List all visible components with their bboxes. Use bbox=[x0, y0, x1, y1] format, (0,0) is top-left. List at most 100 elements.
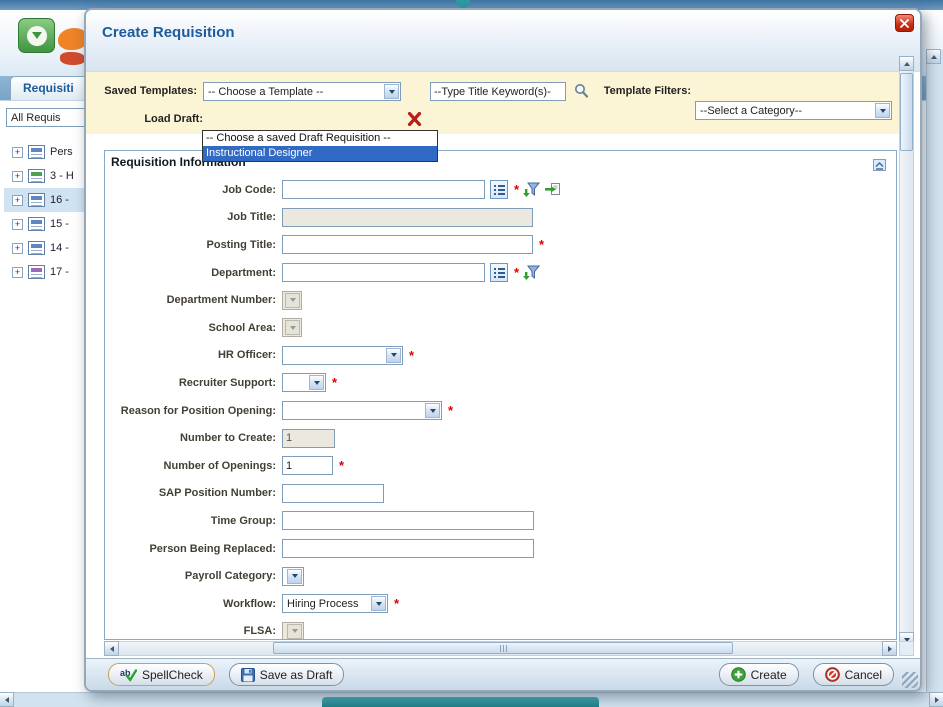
list-picker-button[interactable] bbox=[490, 180, 508, 199]
form-fields: Job Code:*Job Title:Posting Title:*Depar… bbox=[105, 176, 896, 640]
dropdown-option[interactable]: -- Choose a saved Draft Requisition -- bbox=[203, 131, 437, 146]
brand-logo-fragment bbox=[60, 52, 86, 65]
expand-icon[interactable]: + bbox=[12, 147, 23, 158]
expand-icon[interactable]: + bbox=[12, 195, 23, 206]
field-dropdown[interactable] bbox=[282, 567, 304, 586]
dialog-vertical-scrollbar[interactable] bbox=[899, 56, 914, 647]
page-footer-bar bbox=[322, 697, 599, 707]
filter-add-icon[interactable] bbox=[523, 265, 540, 281]
field-input[interactable] bbox=[282, 484, 384, 503]
saved-templates-dropdown[interactable]: -- Choose a Template -- bbox=[203, 82, 401, 101]
requisition-doc-icon bbox=[28, 193, 45, 207]
collapse-panel-icon[interactable] bbox=[873, 159, 886, 171]
load-draft-label: Load Draft: bbox=[97, 113, 203, 125]
field-input[interactable] bbox=[282, 456, 333, 475]
field-input bbox=[282, 429, 335, 448]
field-controls bbox=[282, 622, 304, 640]
expand-icon[interactable]: + bbox=[12, 243, 23, 254]
horizontal-scroll-thumb[interactable] bbox=[273, 642, 733, 654]
list-picker-button[interactable] bbox=[490, 263, 508, 282]
save-icon bbox=[241, 668, 255, 682]
scrollbar-corner bbox=[899, 641, 914, 656]
template-bar: Saved Templates: -- Choose a Template --… bbox=[86, 72, 899, 134]
field-label: Time Group: bbox=[105, 515, 282, 527]
chevron-down-icon bbox=[285, 293, 300, 308]
field-label: HR Officer: bbox=[105, 349, 282, 361]
dropdown-value: Hiring Process bbox=[287, 598, 370, 610]
field-controls bbox=[282, 484, 384, 503]
dropdown-value: All Requis bbox=[11, 112, 92, 124]
expand-icon[interactable]: + bbox=[12, 171, 23, 182]
field-dropdown bbox=[282, 291, 302, 310]
field-input[interactable] bbox=[282, 235, 533, 254]
create-button[interactable]: Create bbox=[719, 663, 799, 686]
assign-icon[interactable] bbox=[544, 182, 561, 197]
field-input[interactable] bbox=[282, 180, 485, 199]
field-input[interactable] bbox=[282, 539, 534, 558]
field-label: Job Title: bbox=[105, 211, 282, 223]
field-dropdown[interactable] bbox=[282, 373, 326, 392]
form-row: Workflow:Hiring Process* bbox=[105, 590, 896, 618]
clear-draft-icon[interactable] bbox=[407, 112, 422, 126]
chevron-down-icon[interactable] bbox=[287, 569, 302, 584]
saved-templates-label: Saved Templates: bbox=[97, 85, 197, 97]
dialog-horizontal-scrollbar[interactable] bbox=[104, 641, 897, 656]
create-icon bbox=[731, 667, 746, 682]
title-keyword-input[interactable] bbox=[430, 82, 566, 101]
dropdown-option[interactable]: Instructional Designer bbox=[203, 146, 437, 161]
resize-grip[interactable] bbox=[902, 672, 918, 688]
form-row: SAP Position Number: bbox=[105, 480, 896, 508]
expand-icon[interactable]: + bbox=[12, 267, 23, 278]
scroll-left-icon[interactable] bbox=[104, 641, 119, 656]
required-asterisk: * bbox=[394, 596, 399, 611]
cancel-button[interactable]: Cancel bbox=[813, 663, 894, 686]
chevron-down-icon[interactable] bbox=[875, 103, 890, 118]
export-button[interactable] bbox=[18, 18, 55, 53]
category-filter-dropdown[interactable]: --Select a Category-- bbox=[695, 101, 892, 120]
save-as-draft-button[interactable]: Save as Draft bbox=[229, 663, 345, 686]
close-button[interactable] bbox=[895, 14, 914, 32]
search-icon[interactable] bbox=[573, 83, 589, 99]
field-controls bbox=[282, 208, 533, 227]
tree-item-label: 17 - bbox=[50, 266, 69, 278]
page-vertical-scrollbar[interactable] bbox=[926, 50, 943, 692]
scroll-right-icon[interactable] bbox=[929, 692, 943, 707]
field-controls: * bbox=[282, 456, 344, 475]
field-label: Recruiter Support: bbox=[105, 377, 282, 389]
chevron-down-icon[interactable] bbox=[371, 596, 386, 611]
scroll-left-icon[interactable] bbox=[0, 692, 14, 707]
form-row: Number of Openings:* bbox=[105, 452, 896, 480]
chevron-down-icon[interactable] bbox=[386, 348, 401, 363]
scroll-right-icon[interactable] bbox=[882, 641, 897, 656]
form-row: Posting Title:* bbox=[105, 231, 896, 259]
vertical-scroll-thumb[interactable] bbox=[900, 73, 913, 151]
expand-icon[interactable]: + bbox=[12, 219, 23, 230]
required-asterisk: * bbox=[332, 375, 337, 390]
required-asterisk: * bbox=[539, 237, 544, 252]
field-controls bbox=[282, 511, 534, 530]
field-input[interactable] bbox=[282, 511, 534, 530]
form-row: School Area: bbox=[105, 314, 896, 342]
scroll-up-icon[interactable] bbox=[926, 49, 941, 64]
form-row: Person Being Replaced: bbox=[105, 535, 896, 563]
chevron-down-icon[interactable] bbox=[384, 84, 399, 99]
chevron-down-icon[interactable] bbox=[425, 403, 440, 418]
filter-add-icon[interactable] bbox=[523, 182, 540, 198]
tree-item-label: Pers bbox=[50, 146, 73, 158]
form-row: Number to Create: bbox=[105, 424, 896, 452]
field-controls bbox=[282, 291, 302, 310]
button-label: Cancel bbox=[845, 668, 882, 682]
chevron-down-icon bbox=[287, 624, 302, 639]
required-asterisk: * bbox=[409, 348, 414, 363]
field-dropdown[interactable] bbox=[282, 401, 442, 420]
spellcheck-button[interactable]: ab SpellCheck bbox=[108, 663, 215, 686]
chevron-down-icon[interactable] bbox=[309, 375, 324, 390]
scroll-up-icon[interactable] bbox=[899, 56, 914, 71]
requisition-doc-icon bbox=[28, 241, 45, 255]
field-dropdown[interactable]: Hiring Process bbox=[282, 594, 388, 613]
requisition-doc-icon bbox=[28, 217, 45, 231]
field-label: Department: bbox=[105, 267, 282, 279]
field-dropdown[interactable] bbox=[282, 346, 403, 365]
field-input[interactable] bbox=[282, 263, 485, 282]
close-icon bbox=[900, 19, 909, 28]
